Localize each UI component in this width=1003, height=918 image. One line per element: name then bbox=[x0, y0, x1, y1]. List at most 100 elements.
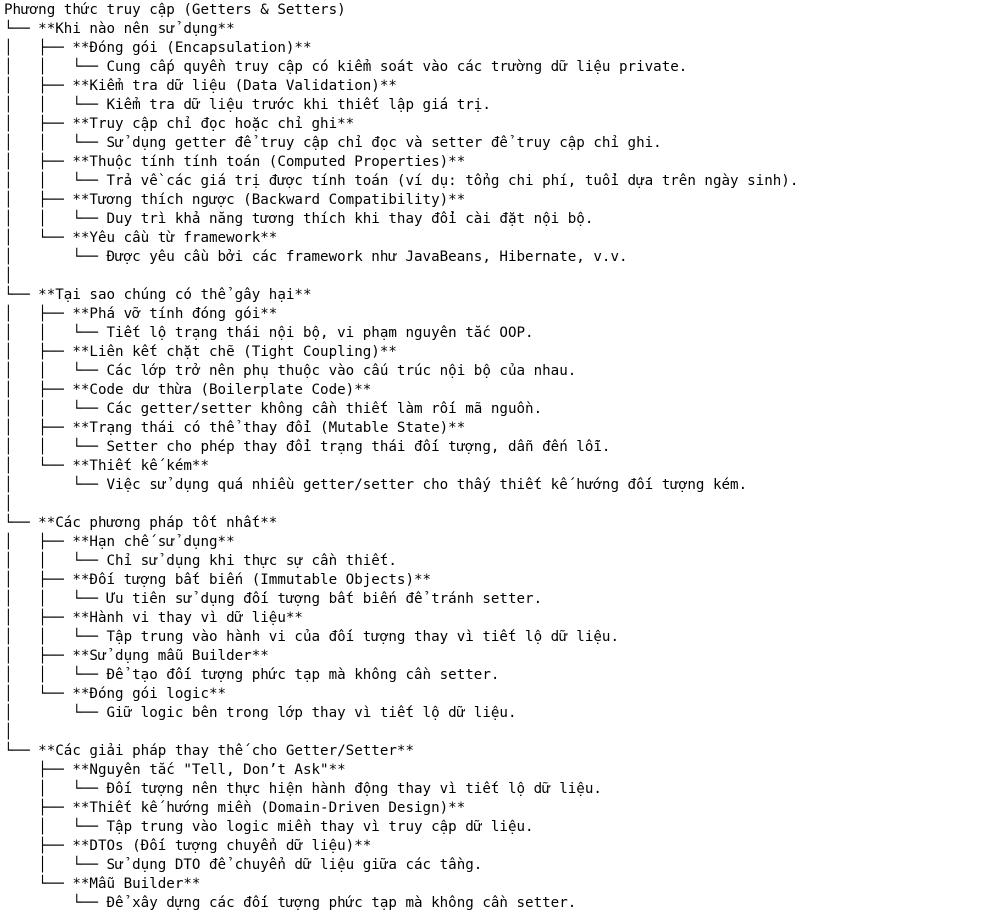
tree-body: └── **Khi nào nên sử dụng** │ ├── **Đóng … bbox=[4, 20, 798, 913]
item-detail: │ │ └── Chỉ sử dụng khi thực sự cần thiế… bbox=[4, 552, 798, 571]
item-detail-text: Các lớp trở nên phụ thuộc vào cấu trúc n… bbox=[106, 363, 577, 379]
item-detail-text: Trả về các giá trị được tính toán (ví dụ… bbox=[106, 173, 799, 189]
item-detail: │ └── Tập trung vào logic miền thay vì t… bbox=[4, 818, 798, 837]
item-title: │ ├── **Phá vỡ tính đóng gói** bbox=[4, 305, 798, 324]
tree-branch: │ │ └── bbox=[4, 59, 107, 75]
item-title: │ └── **Đóng gói logic** bbox=[4, 685, 798, 704]
section-heading-text: **Các giải pháp thay thế cho Getter/Sett… bbox=[38, 743, 415, 759]
tree: Phương thức truy cập (Getters & Setters)… bbox=[4, 1, 798, 913]
tree-branch: │ ├── bbox=[4, 648, 73, 664]
tree-branch: │ ├── bbox=[4, 382, 73, 398]
tree-branch: │ ├── bbox=[4, 40, 73, 56]
tree-branch: ├── bbox=[4, 762, 73, 778]
tree-branch: │ ├── bbox=[4, 610, 73, 626]
tree-branch: └── bbox=[4, 515, 39, 531]
tree-branch: │ └── bbox=[4, 781, 107, 797]
tree-branch: │ └── bbox=[4, 230, 73, 246]
item-title: ├── **Thiết kế hướng miền (Domain-Driven… bbox=[4, 799, 798, 818]
item-title-text: **Thuộc tính tính toán (Computed Propert… bbox=[72, 154, 466, 170]
tree-branch: ├── bbox=[4, 838, 73, 854]
item-detail: │ │ └── Ưu tiên sử dụng đối tượng bất bi… bbox=[4, 590, 798, 609]
item-title: │ └── **Yêu cầu từ framework** bbox=[4, 229, 798, 248]
item-title-text: **Code dư thừa (Boilerplate Code)** bbox=[72, 382, 372, 398]
tree-branch: │ ├── bbox=[4, 192, 73, 208]
item-detail: │ └── Được yêu cầu bởi các framework như… bbox=[4, 248, 798, 267]
item-title-text: **Liên kết chặt chẽ (Tight Coupling)** bbox=[72, 344, 397, 360]
section-heading-text: **Các phương pháp tốt nhất** bbox=[38, 515, 278, 531]
tree-branch: │ │ └── bbox=[4, 173, 107, 189]
section-heading: └── **Tại sao chúng có thể gây hại** bbox=[4, 286, 798, 305]
item-detail: │ │ └── Các getter/setter không cần thiế… bbox=[4, 400, 798, 419]
item-detail-text: Setter cho phép thay đổi trạng thái đối … bbox=[106, 439, 611, 455]
tree-branch: │ │ └── bbox=[4, 401, 107, 417]
tree-branch: │ │ └── bbox=[4, 591, 107, 607]
tree-branch: │ │ └── bbox=[4, 325, 107, 341]
tree-branch: │ └── bbox=[4, 686, 73, 702]
item-title-text: **Đóng gói logic** bbox=[72, 686, 227, 702]
item-title: └── **Mẫu Builder** bbox=[4, 875, 798, 894]
item-detail: │ └── Giữ logic bên trong lớp thay vì ti… bbox=[4, 704, 798, 723]
item-detail-text: Sử dụng DTO để chuyển dữ liệu giữa các t… bbox=[106, 857, 483, 873]
item-detail-text: Chỉ sử dụng khi thực sự cần thiết. bbox=[106, 553, 397, 569]
tree-branch: │ └── bbox=[4, 819, 107, 835]
item-detail-text: Để tạo đối tượng phức tạp mà không cần s… bbox=[106, 667, 500, 683]
item-detail-text: Kiểm tra dữ liệu trước khi thiết lập giá… bbox=[106, 97, 491, 113]
item-title-text: **Hành vi thay vì dữ liệu** bbox=[72, 610, 303, 626]
item-title-text: **Hạn chế sử dụng** bbox=[72, 534, 235, 550]
item-detail: │ │ └── Các lớp trở nên phụ thuộc vào cấ… bbox=[4, 362, 798, 381]
item-detail-text: Các getter/setter không cần thiết làm rố… bbox=[106, 401, 543, 417]
item-detail-text: Tiết lộ trạng thái nội bộ, vi phạm nguyê… bbox=[106, 325, 534, 341]
item-title: │ ├── **Liên kết chặt chẽ (Tight Couplin… bbox=[4, 343, 798, 362]
item-title: │ ├── **Đối tượng bất biến (Immutable Ob… bbox=[4, 571, 798, 590]
tree-branch: │ └── bbox=[4, 857, 107, 873]
item-title-text: **Đối tượng bất biến (Immutable Objects)… bbox=[72, 572, 432, 588]
item-detail-text: Giữ logic bên trong lớp thay vì tiết lộ … bbox=[106, 705, 517, 721]
section-heading-text: **Khi nào nên sử dụng** bbox=[38, 21, 235, 37]
item-title-text: **Tương thích ngược (Backward Compatibil… bbox=[72, 192, 466, 208]
item-detail-text: Ưu tiên sử dụng đối tượng bất biến để tr… bbox=[106, 591, 543, 607]
item-title: │ ├── **Đóng gói (Encapsulation)** bbox=[4, 39, 798, 58]
tree-branch: │ ├── bbox=[4, 534, 73, 550]
section-gap: │ bbox=[4, 724, 13, 740]
tree-branch: │ │ └── bbox=[4, 667, 107, 683]
section-heading: └── **Các phương pháp tốt nhất** bbox=[4, 514, 798, 533]
item-detail: │ └── Sử dụng DTO để chuyển dữ liệu giữa… bbox=[4, 856, 798, 875]
section-gap: │ bbox=[4, 268, 13, 284]
item-detail: │ │ └── Tiết lộ trạng thái nội bộ, vi ph… bbox=[4, 324, 798, 343]
item-detail: └── Để xây dựng các đối tượng phức tạp m… bbox=[4, 894, 798, 913]
item-title: ├── **DTOs (Đối tượng chuyển dữ liệu)** bbox=[4, 837, 798, 856]
item-title: │ ├── **Hạn chế sử dụng** bbox=[4, 533, 798, 552]
tree-branch: └── bbox=[4, 743, 39, 759]
tree-branch: │ │ └── bbox=[4, 553, 107, 569]
item-detail-text: Sử dụng getter để truy cập chỉ đọc và se… bbox=[106, 135, 662, 151]
item-title: ├── **Nguyên tắc "Tell, Don’t Ask"** bbox=[4, 761, 798, 780]
tree-branch: └── bbox=[4, 876, 73, 892]
item-detail: │ │ └── Cung cấp quyền truy cập có kiểm … bbox=[4, 58, 798, 77]
tree-root-title: Phương thức truy cập (Getters & Setters) bbox=[4, 2, 346, 18]
item-title-text: **Truy cập chỉ đọc hoặc chỉ ghi** bbox=[72, 116, 355, 132]
item-title: │ ├── **Sử dụng mẫu Builder** bbox=[4, 647, 798, 666]
section-heading: └── **Khi nào nên sử dụng** bbox=[4, 20, 798, 39]
item-title: │ ├── **Code dư thừa (Boilerplate Code)*… bbox=[4, 381, 798, 400]
item-detail: │ │ └── Duy trì khả năng tương thích khi… bbox=[4, 210, 798, 229]
item-title-text: **DTOs (Đối tượng chuyển dữ liệu)** bbox=[72, 838, 372, 854]
tree-branch: │ ├── bbox=[4, 116, 73, 132]
tree-branch: │ │ └── bbox=[4, 629, 107, 645]
tree-branch: │ │ └── bbox=[4, 439, 107, 455]
item-detail: │ │ └── Kiểm tra dữ liệu trước khi thiết… bbox=[4, 96, 798, 115]
tree-branch: └── bbox=[4, 895, 107, 911]
item-detail: │ │ └── Setter cho phép thay đổi trạng t… bbox=[4, 438, 798, 457]
item-detail: │ │ └── Để tạo đối tượng phức tạp mà khô… bbox=[4, 666, 798, 685]
section-heading: └── **Các giải pháp thay thế cho Getter/… bbox=[4, 742, 798, 761]
item-title-text: **Thiết kế kém** bbox=[72, 458, 210, 474]
item-title-text: **Yêu cầu từ framework** bbox=[72, 230, 278, 246]
section-gap: │ bbox=[4, 496, 13, 512]
tree-branch: │ └── bbox=[4, 249, 107, 265]
item-title: │ ├── **Truy cập chỉ đọc hoặc chỉ ghi** bbox=[4, 115, 798, 134]
item-title: │ ├── **Kiểm tra dữ liệu (Data Validatio… bbox=[4, 77, 798, 96]
item-title-text: **Phá vỡ tính đóng gói** bbox=[72, 306, 278, 322]
item-title: │ └── **Thiết kế kém** bbox=[4, 457, 798, 476]
item-title: │ ├── **Thuộc tính tính toán (Computed P… bbox=[4, 153, 798, 172]
item-detail-text: Việc sử dụng quá nhiều getter/setter cho… bbox=[106, 477, 748, 493]
tree-branch: │ ├── bbox=[4, 420, 73, 436]
